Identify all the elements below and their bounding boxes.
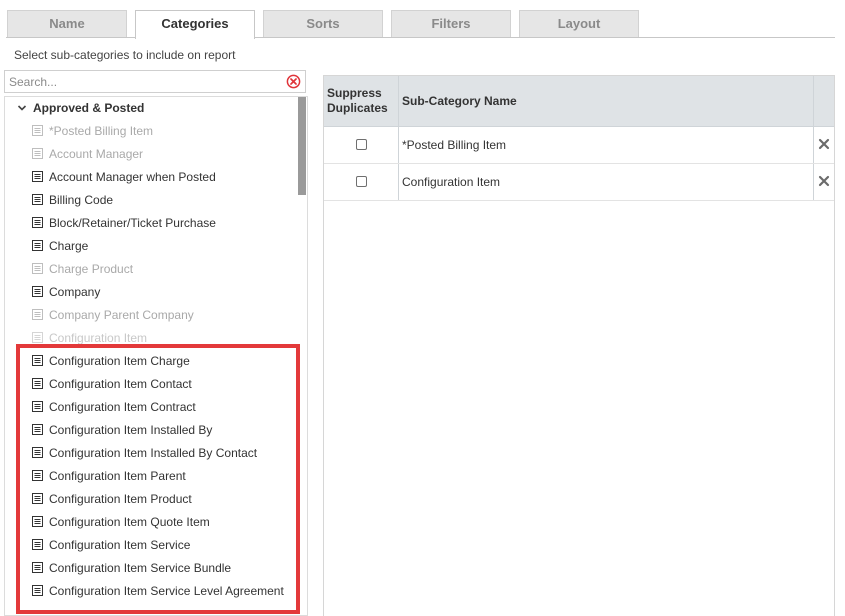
tree-item[interactable]: Charge Product <box>32 257 284 280</box>
remove-icon[interactable] <box>818 138 830 150</box>
tree-item[interactable]: Configuration Item Contact <box>32 372 284 395</box>
grid-row-name: *Posted Billing Item <box>402 138 507 152</box>
list-icon <box>32 470 43 481</box>
tab-categories[interactable]: Categories <box>135 10 255 39</box>
tree-item[interactable]: Configuration Item Contract <box>32 395 284 418</box>
tree-item-label: *Posted Billing Item <box>49 123 154 138</box>
list-icon <box>32 171 43 182</box>
grid-header: Suppress Duplicates Sub-Category Name <box>324 76 834 127</box>
list-icon <box>32 125 43 136</box>
list-icon <box>32 424 43 435</box>
tab-name[interactable]: Name <box>7 10 127 37</box>
tab-divider <box>6 37 835 38</box>
tree-group-label: Approved & Posted <box>33 101 145 115</box>
list-icon <box>32 286 43 297</box>
list-icon <box>32 539 43 550</box>
tree-item[interactable]: Company Parent Company <box>32 303 284 326</box>
list-icon <box>32 240 43 251</box>
tree-item-label: Configuration Item Contact <box>49 376 192 391</box>
list-icon <box>32 194 43 205</box>
tree-item[interactable]: *Posted Billing Item <box>32 119 284 142</box>
tree-item-label: Billing Code <box>49 192 114 207</box>
header-suppress-duplicates: Suppress Duplicates <box>327 86 388 115</box>
list-icon <box>32 447 43 458</box>
tree-item[interactable]: Configuration Item Parent <box>32 464 284 487</box>
tab-filters[interactable]: Filters <box>391 10 511 37</box>
tab-layout[interactable]: Layout <box>519 10 639 37</box>
tab-bar: Name Categories Sorts Filters Layout <box>0 0 845 39</box>
chevron-down-icon[interactable] <box>16 102 28 114</box>
list-icon <box>32 378 43 389</box>
tree-item[interactable]: Account Manager when Posted <box>32 165 284 188</box>
search-input[interactable] <box>5 71 283 92</box>
tree-item-label: Company Parent Company <box>49 307 194 322</box>
tree-item[interactable]: Configuration Item Service <box>32 533 284 556</box>
tree-item-label: Account Manager <box>49 146 144 161</box>
tree-item-label: Configuration Item Product <box>49 491 192 506</box>
header-subcategory-name: Sub-Category Name <box>402 94 517 108</box>
search-box <box>4 70 306 93</box>
suppress-duplicates-checkbox[interactable] <box>356 176 367 187</box>
list-icon <box>32 401 43 412</box>
tree-item[interactable]: Configuration Item Installed By <box>32 418 284 441</box>
tree-item[interactable]: Company <box>32 280 284 303</box>
list-icon <box>32 217 43 228</box>
tree-item-label: Configuration Item Charge <box>49 353 190 368</box>
list-icon <box>32 355 43 366</box>
tree-item[interactable]: Configuration Item Product <box>32 487 284 510</box>
tree-item-label: Configuration Item Service <box>49 537 191 552</box>
list-icon <box>32 493 43 504</box>
tree-item[interactable]: Billing Code <box>32 188 284 211</box>
grid-row-name: Configuration Item <box>402 175 501 189</box>
tree-group-approved-posted[interactable]: Approved & Posted <box>16 100 144 116</box>
clear-circle-icon[interactable] <box>286 74 301 89</box>
tree-item[interactable]: Account Manager <box>32 142 284 165</box>
list-icon <box>32 332 43 343</box>
tree-item[interactable]: Configuration Item Service Bundle <box>32 556 284 579</box>
list-icon <box>32 585 43 596</box>
tree-item[interactable]: Configuration Item Service Level Agreeme… <box>32 579 284 602</box>
subcategory-tree-list: *Posted Billing Item Account Manager Accou… <box>32 119 284 602</box>
tree-item-label: Configuration Item Contract <box>49 399 196 414</box>
tree-item[interactable]: Configuration Item Charge <box>32 349 284 372</box>
tree-item-label: Configuration Item Service Bundle <box>49 560 232 575</box>
list-icon <box>32 516 43 527</box>
tree-item-label: Charge <box>49 238 89 253</box>
list-icon <box>32 309 43 320</box>
list-icon <box>32 562 43 573</box>
tree-item[interactable]: Configuration Item Quote Item <box>32 510 284 533</box>
tree-item[interactable]: Block/Retainer/Ticket Purchase <box>32 211 284 234</box>
tree-item[interactable]: Configuration Item Installed By Contact <box>32 441 284 464</box>
tree-item-label: Block/Retainer/Ticket Purchase <box>49 215 216 230</box>
tree-item-label: Configuration Item Service Level Agreeme… <box>49 583 284 598</box>
tree-item-label: Configuration Item Installed By Contact <box>49 445 258 460</box>
tree-item-label: Account Manager when Posted <box>49 169 216 184</box>
tree-item-label: Configuration Item Quote Item <box>49 514 210 529</box>
tree-item[interactable]: Charge <box>32 234 284 257</box>
grid-row: Configuration Item <box>324 164 834 201</box>
tree-item-label: Configuration Item Installed By <box>49 422 213 437</box>
tree-item[interactable]: Configuration Item <box>32 326 284 349</box>
grid-row: *Posted Billing Item <box>324 127 834 164</box>
list-icon <box>32 263 43 274</box>
tab-sorts[interactable]: Sorts <box>263 10 383 37</box>
instructions-text: Select sub-categories to include on repo… <box>14 48 236 62</box>
suppress-duplicates-checkbox[interactable] <box>356 139 367 150</box>
tree-item-label: Company <box>49 284 101 299</box>
selected-subcategories-grid: Suppress Duplicates Sub-Category Name *P… <box>323 75 835 616</box>
remove-icon[interactable] <box>818 175 830 187</box>
tree-item-label: Charge Product <box>49 261 134 276</box>
tree-scrollbar[interactable] <box>298 97 306 195</box>
tree-item-label: Configuration Item Parent <box>49 468 186 483</box>
list-icon <box>32 148 43 159</box>
tree-item-label: Configuration Item <box>49 330 148 345</box>
